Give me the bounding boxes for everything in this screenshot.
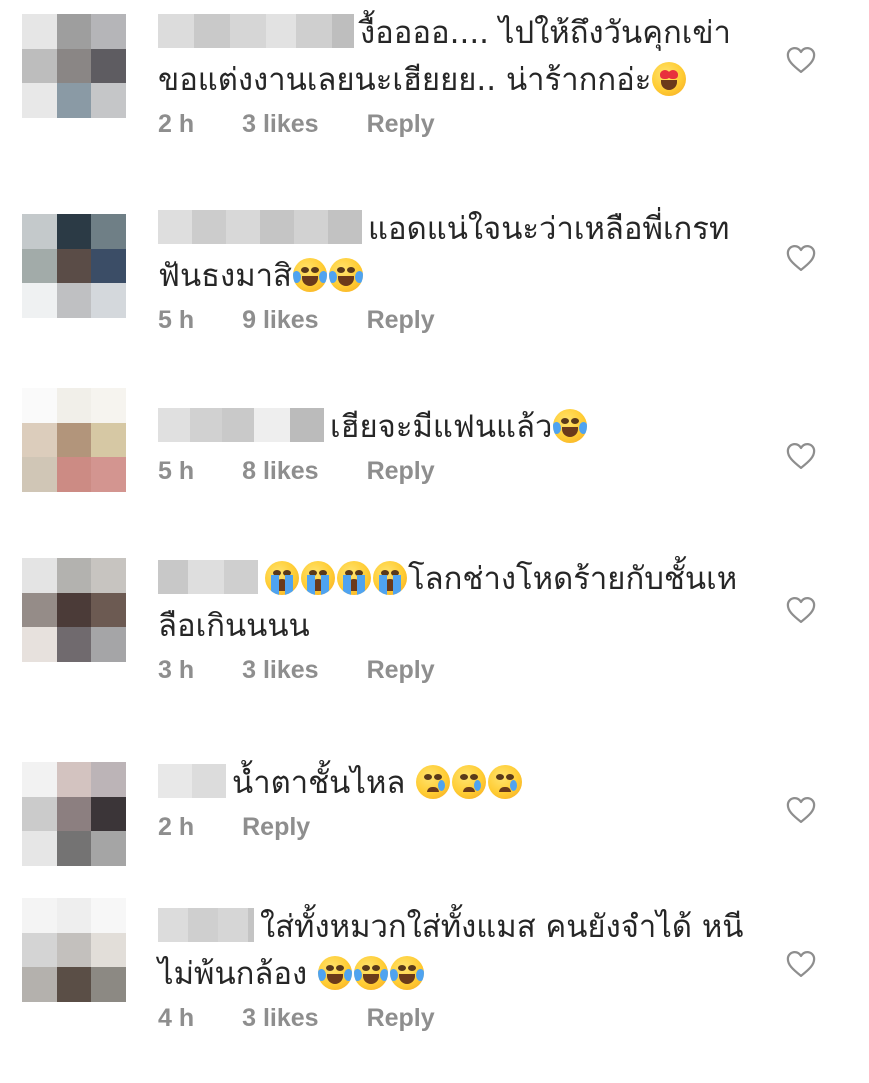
crying-emoji-icon [488, 764, 523, 799]
reply-button[interactable]: Reply [367, 656, 435, 685]
like-heart-icon[interactable] [786, 796, 816, 824]
reply-button[interactable]: Reply [367, 1004, 435, 1033]
comment-time[interactable]: 2 h [158, 813, 194, 842]
comment-text: น้ำตาชั้นไหล [232, 765, 406, 801]
username-blurred[interactable] [158, 559, 258, 594]
likes-count[interactable]: 3 likes [242, 110, 318, 139]
like-heart-icon[interactable] [786, 950, 816, 978]
likes-count[interactable]: 9 likes [242, 306, 318, 335]
reply-button[interactable]: Reply [367, 457, 435, 486]
likes-count[interactable]: 3 likes [242, 1004, 318, 1033]
comment-text: เฮียจะมีแฟนแล้ว [330, 409, 553, 445]
reply-button[interactable]: Reply [367, 110, 435, 139]
comment-meta: 5 h 8 likes Reply [158, 457, 768, 486]
like-heart-icon[interactable] [786, 596, 816, 624]
comment-time[interactable]: 5 h [158, 306, 194, 335]
joy-emoji-icon [292, 257, 327, 292]
comment-body: งื้ออออ.... ไปให้ถึงวันคุกเข่าขอแต่งงานเ… [158, 10, 768, 139]
username-blurred[interactable] [158, 407, 324, 442]
comment-text-block: งื้ออออ.... ไปให้ถึงวันคุกเข่าขอแต่งงานเ… [158, 10, 768, 104]
avatar[interactable] [22, 762, 126, 866]
username-blurred[interactable] [158, 13, 354, 48]
comment-time[interactable]: 2 h [158, 110, 194, 139]
avatar[interactable] [22, 388, 126, 492]
comment-body: ใส่ทั้งหมวกใส่ทั้งแมส คนยังจำได้ หนีไม่พ… [158, 904, 768, 1033]
joy-emoji-icon [354, 955, 389, 990]
joy-emoji-icon [390, 955, 425, 990]
reply-button[interactable]: Reply [367, 306, 435, 335]
sob-emoji-icon [337, 560, 371, 595]
likes-count[interactable]: 3 likes [242, 656, 318, 685]
sob-emoji-icon [301, 560, 335, 595]
comment-meta: 5 h 9 likes Reply [158, 306, 768, 335]
comment-time[interactable]: 3 h [158, 656, 194, 685]
crying-emoji-icon [452, 764, 487, 799]
comment-text-block: เฮียจะมีแฟนแล้ว [158, 404, 768, 451]
sob-emoji-icon [265, 560, 299, 595]
comment-time[interactable]: 5 h [158, 457, 194, 486]
comment-body: เฮียจะมีแฟนแล้ว 5 h 8 likes Reply [158, 404, 768, 486]
comment-meta: 2 h Reply [158, 813, 768, 842]
sob-emoji-icon [373, 560, 407, 595]
username-blurred[interactable] [158, 907, 254, 942]
comment-meta: 2 h 3 likes Reply [158, 110, 768, 139]
avatar[interactable] [22, 558, 126, 662]
comment-text-block: โลกช่างโหดร้ายกับชั้นเหลือเกินนนน [158, 556, 768, 650]
joy-emoji-icon [328, 257, 363, 292]
comment-body: น้ำตาชั้นไหล 2 h Reply [158, 760, 768, 842]
avatar[interactable] [22, 14, 126, 118]
likes-count[interactable]: 8 likes [242, 457, 318, 486]
comment-text-block: แอดแน่ใจนะว่าเหลือพี่เกรทฟันธงมาสิ [158, 206, 768, 300]
avatar[interactable] [22, 898, 126, 1002]
comment-time[interactable]: 4 h [158, 1004, 194, 1033]
like-heart-icon[interactable] [786, 244, 816, 272]
username-blurred[interactable] [158, 209, 362, 244]
comment-text-block: น้ำตาชั้นไหล [158, 760, 768, 807]
reply-button[interactable]: Reply [242, 813, 310, 842]
joy-emoji-icon [553, 408, 588, 443]
comment-body: แอดแน่ใจนะว่าเหลือพี่เกรทฟันธงมาสิ 5 h 9 l… [158, 206, 768, 335]
joy-emoji-icon [318, 955, 353, 990]
avatar[interactable] [22, 214, 126, 318]
comment-text-block: ใส่ทั้งหมวกใส่ทั้งแมส คนยังจำได้ หนีไม่พ… [158, 904, 768, 998]
comment-meta: 3 h 3 likes Reply [158, 656, 768, 685]
comment-meta: 4 h 3 likes Reply [158, 1004, 768, 1033]
username-blurred[interactable] [158, 763, 226, 798]
comment-body: โลกช่างโหดร้ายกับชั้นเหลือเกินนนน 3 h 3 li… [158, 556, 768, 685]
crying-emoji-icon [416, 764, 451, 799]
like-heart-icon[interactable] [786, 46, 816, 74]
heart-eyes-emoji-icon [652, 61, 687, 96]
like-heart-icon[interactable] [786, 442, 816, 470]
